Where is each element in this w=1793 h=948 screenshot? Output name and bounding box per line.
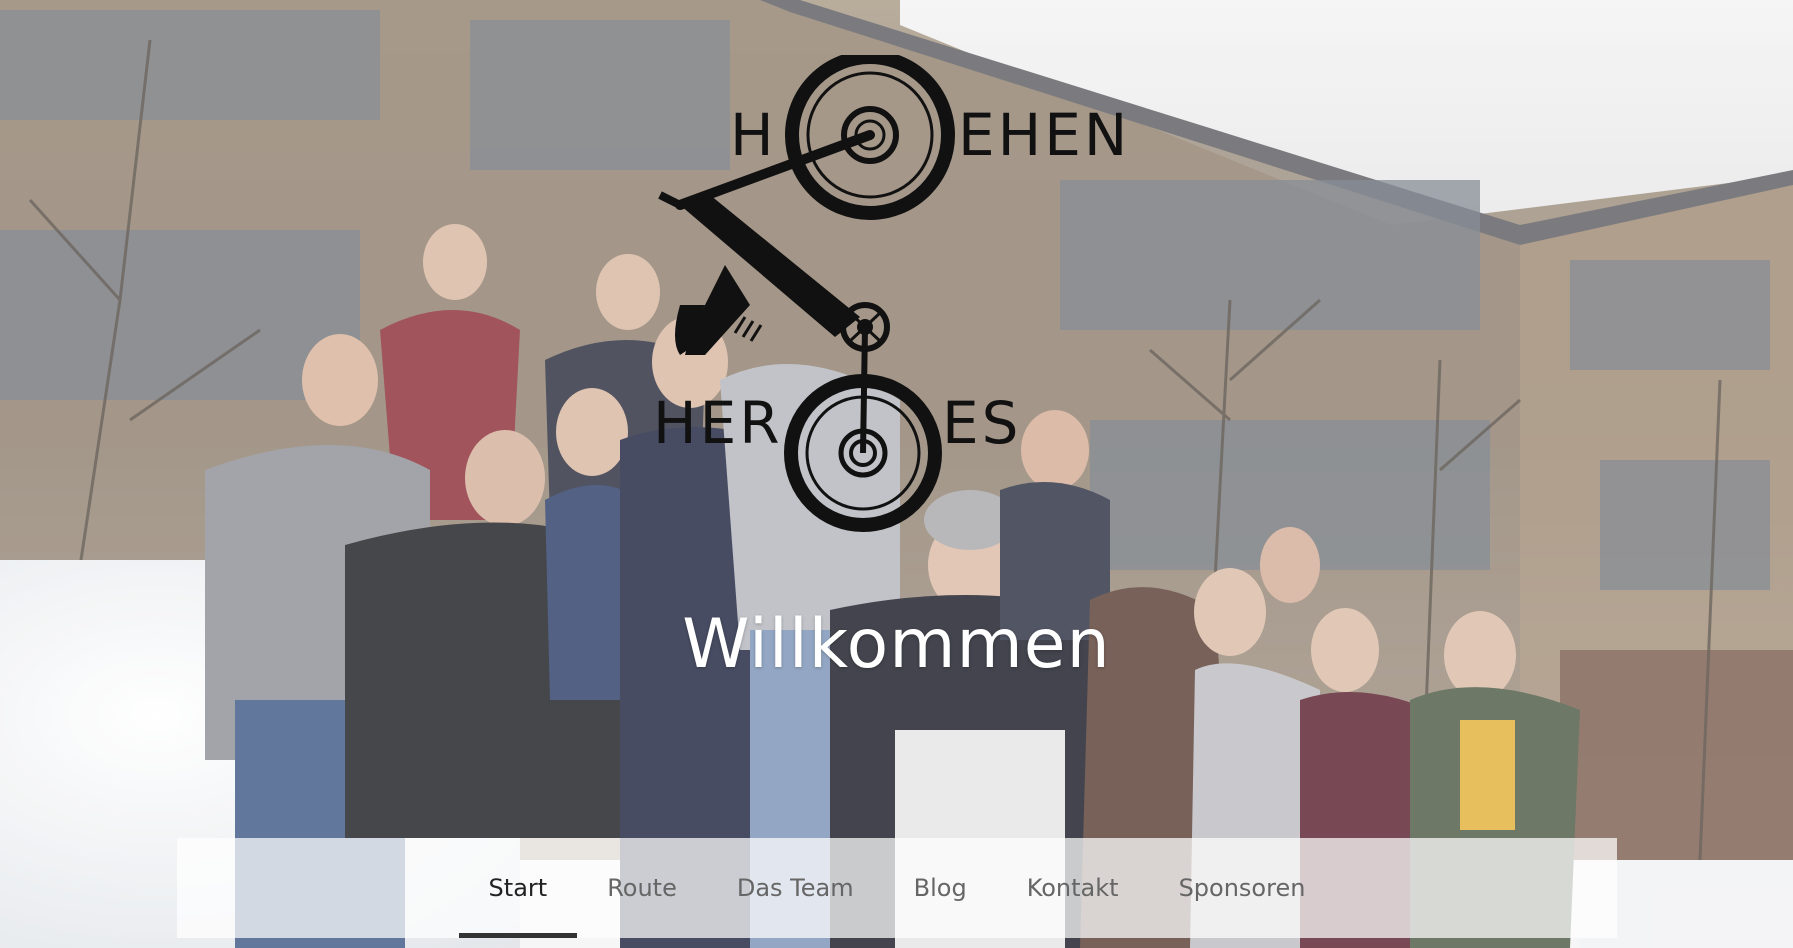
logo-text-ehen: EHEN: [958, 101, 1130, 169]
nav-item-label: Das Team: [736, 874, 854, 902]
nav-item-route[interactable]: Route: [577, 838, 707, 938]
logo-text-h: H: [730, 101, 777, 169]
hero-heading: Willkommen: [682, 605, 1111, 684]
nav-item-start[interactable]: Start: [458, 838, 578, 938]
nav-item-label: Kontakt: [1026, 874, 1119, 902]
nav-item-label: Sponsoren: [1178, 874, 1306, 902]
nav-item-blog[interactable]: Blog: [884, 838, 997, 938]
hoehen-heroes-logo: H EHEN HER ES: [653, 55, 1130, 532]
logo-text-es: ES: [942, 389, 1021, 457]
logo-text-her: HER: [653, 389, 783, 457]
nav-item-label: Blog: [913, 874, 967, 902]
main-navigation: Start Route Das Team Blog Kontakt Sponso…: [177, 838, 1617, 938]
nav-item-label: Route: [607, 874, 677, 902]
nav-item-sponsoren[interactable]: Sponsoren: [1149, 838, 1336, 938]
nav-item-kontakt[interactable]: Kontakt: [997, 838, 1149, 938]
nav-item-label: Start: [488, 874, 548, 902]
nav-item-das-team[interactable]: Das Team: [707, 838, 884, 938]
